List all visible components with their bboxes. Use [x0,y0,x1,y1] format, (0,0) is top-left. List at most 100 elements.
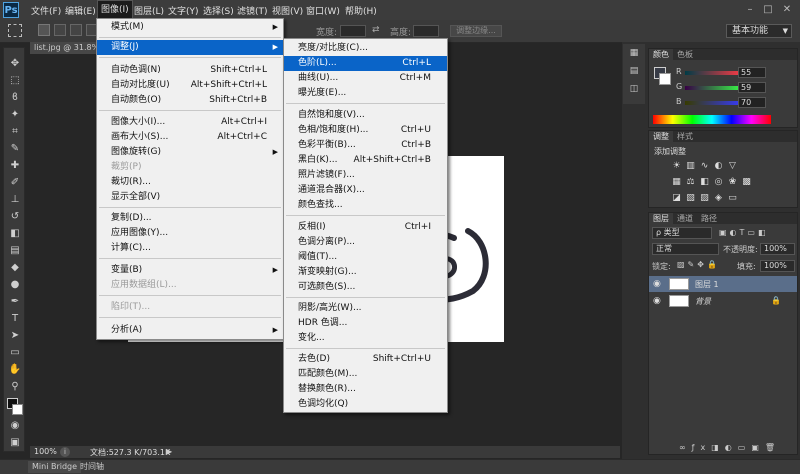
menu-item-levels[interactable]: 色阶(L)... Ctrl+L [284,56,447,71]
tab-adjustments[interactable]: 调整 [649,131,673,142]
menu-item-replace-color[interactable]: 替换颜色(R)... [284,382,447,397]
document-tab[interactable]: list.jpg @ 31.8% (图 [30,42,100,64]
menu-item-shadows-highlights[interactable]: 阴影/高光(W)... [284,301,447,316]
invert-icon[interactable]: ◪ [671,193,682,203]
type-tool-icon[interactable]: T [8,313,22,324]
swap-icon[interactable]: ⇄ [372,25,380,35]
photo-filter-icon[interactable]: ◎ [713,177,724,187]
tab-styles[interactable]: 样式 [673,131,697,142]
menu-item-exposure[interactable]: 曝光度(E)... [284,86,447,101]
lock-icons[interactable]: ▨✎✥🔒 [677,260,720,269]
menu-type[interactable]: 文字(Y) [168,4,199,17]
menu-item-adjustments[interactable]: 调整(J) ▶ [97,40,283,55]
menu-item-photo-filter[interactable]: 照片滤镜(F)... [284,168,447,183]
menu-item-mode[interactable]: 模式(M) ▶ [97,20,283,35]
maximize-icon[interactable]: □ [762,4,774,15]
marquee-tool-icon[interactable] [8,24,22,37]
menu-item-brightness-contrast[interactable]: 亮度/对比度(C)... [284,41,447,56]
layer-name[interactable]: 背景 [695,296,711,307]
menu-item-equalize[interactable]: 色调均化(Q) [284,397,447,412]
status-info-icon[interactable]: i [60,447,70,457]
tab-mini-bridge[interactable]: Mini Bridge [28,461,82,473]
menu-item-vibrance[interactable]: 自然饱和度(V)... [284,108,447,123]
subtract-selection-icon[interactable] [70,24,82,36]
clone-stamp-icon[interactable]: ⊥ [8,194,22,205]
quick-mask-icon[interactable]: ◉ [8,420,22,431]
menu-item-channel-mixer[interactable]: 通道混合器(X)... [284,183,447,198]
channel-mixer-icon[interactable]: ❀ [727,177,738,187]
menu-item-black-white[interactable]: 黑白(K)... Alt+Shift+Ctrl+B [284,153,447,168]
eyedropper-icon[interactable]: ✎ [8,143,22,154]
threshold-icon[interactable]: ▨ [699,193,710,203]
brush-icon[interactable]: ✐ [8,177,22,188]
menu-item-duplicate[interactable]: 复制(D)... [97,211,283,226]
eye-icon[interactable]: ◉ [653,296,661,306]
b-value-field[interactable]: 70 [738,97,766,108]
gradient-icon[interactable]: ▤ [8,245,22,256]
menu-item-curves[interactable]: 曲线(U)... Ctrl+M [284,71,447,86]
height-field[interactable] [413,25,439,37]
menu-item-variations[interactable]: 变化... [284,331,447,346]
posterize-icon[interactable]: ▧ [685,193,696,203]
layer-filter-icons[interactable]: ▣◐T▭◧ [719,228,769,237]
close-icon[interactable]: ✕ [781,4,793,15]
selective-color-icon[interactable]: ◈ [713,193,724,203]
pen-icon[interactable]: ✒ [8,296,22,307]
menu-item-auto-tone[interactable]: 自动色调(N) Shift+Ctrl+L [97,63,283,78]
layer-row-background[interactable]: ◉ 背景 🔒 [649,293,797,309]
menu-item-hdr-toning[interactable]: HDR 色调... [284,316,447,331]
menu-item-posterize[interactable]: 色调分离(P)... [284,235,447,250]
menu-help[interactable]: 帮助(H) [345,4,377,17]
menu-item-invert[interactable]: 反相(I) Ctrl+I [284,220,447,235]
menu-item-selective-color[interactable]: 可选颜色(S)... [284,280,447,295]
r-value-field[interactable]: 55 [738,67,766,78]
info-icon[interactable]: ◫ [628,84,640,94]
zoom-icon[interactable]: ⚲ [8,381,22,392]
path-selection-icon[interactable]: ➤ [8,330,22,341]
color-lookup-icon[interactable]: ▩ [741,177,752,187]
levels-icon[interactable]: ▥ [685,161,696,171]
move-tool-icon[interactable]: ✥ [8,58,22,69]
history-icon[interactable]: ▦ [628,48,640,58]
status-arrow-icon[interactable]: ▶ [166,447,172,456]
background-color-swatch[interactable] [12,404,23,415]
menu-item-trim[interactable]: 裁切(R)... [97,175,283,190]
dodge-icon[interactable]: ● [8,279,22,290]
opacity-field[interactable]: 100% [760,243,795,255]
history-brush-icon[interactable]: ↺ [8,211,22,222]
hue-saturation-icon[interactable]: ▦ [671,177,682,187]
menu-item-hue-saturation[interactable]: 色相/饱和度(H)... Ctrl+U [284,123,447,138]
menu-view[interactable]: 视图(V) [272,4,303,17]
g-slider[interactable] [685,86,743,90]
crop-icon[interactable]: ⌗ [8,126,22,137]
tab-paths[interactable]: 路径 [697,213,721,224]
menu-select[interactable]: 选择(S) [203,4,234,17]
menu-file[interactable]: 文件(F) [31,4,61,17]
width-field[interactable] [340,25,366,37]
layer-row-1[interactable]: ◉ 图层 1 [649,276,797,292]
screen-mode-icon[interactable]: ▣ [8,437,22,448]
eraser-icon[interactable]: ◧ [8,228,22,239]
tab-swatches[interactable]: 色板 [673,49,697,60]
brightness-icon[interactable]: ☀ [671,161,682,171]
refine-edge-button[interactable]: 调整边缘... [450,25,502,37]
workspace-select[interactable]: 基本功能 ▼ [726,24,792,38]
tab-channels[interactable]: 通道 [673,213,697,224]
menu-item-color-balance[interactable]: 色彩平衡(B)... Ctrl+B [284,138,447,153]
curves-icon[interactable]: ∿ [699,161,710,171]
r-slider[interactable] [685,71,743,75]
shape-icon[interactable]: ▭ [8,347,22,358]
fill-field[interactable]: 100% [760,260,795,272]
color-spectrum-bar[interactable] [653,115,771,124]
g-value-field[interactable]: 59 [738,82,766,93]
menu-item-desaturate[interactable]: 去色(D) Shift+Ctrl+U [284,352,447,367]
layer-name[interactable]: 图层 1 [695,279,719,290]
vibrance-icon[interactable]: ▽ [727,161,738,171]
magic-wand-icon[interactable]: ✦ [8,109,22,120]
tab-color[interactable]: 颜色 [649,49,673,60]
menu-item-analysis[interactable]: 分析(A) ▶ [97,323,283,338]
menu-item-calculations[interactable]: 计算(C)... [97,241,283,256]
menu-edit[interactable]: 编辑(E) [65,4,96,17]
menu-filter[interactable]: 滤镜(T) [237,4,268,17]
hand-icon[interactable]: ✋ [8,364,22,375]
